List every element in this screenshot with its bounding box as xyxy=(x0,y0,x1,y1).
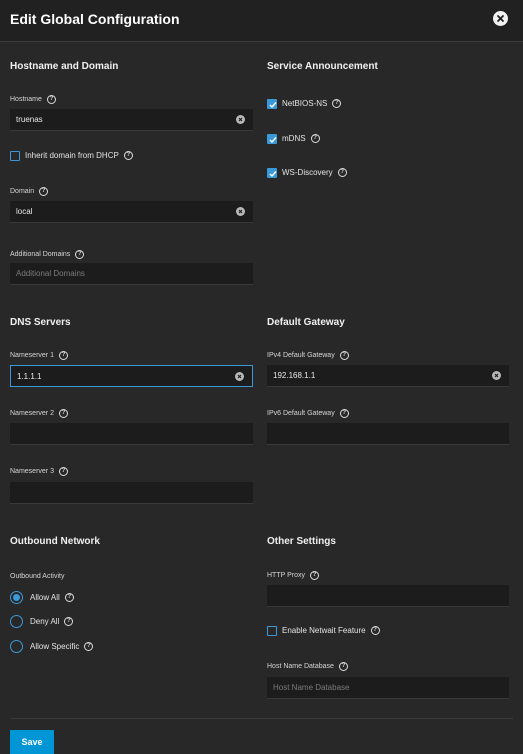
ws-discovery-label-text: WS-Discovery xyxy=(282,168,333,177)
help-icon[interactable] xyxy=(75,250,85,259)
allow-specific-label-text: Allow Specific xyxy=(30,642,80,651)
additional-domains-label: Additional Domains xyxy=(10,250,85,259)
netbios-ns-label: NetBIOS-NS xyxy=(282,99,342,108)
hostname-label-text: Hostname xyxy=(10,96,42,103)
ipv4-gateway-label: IPv4 Default Gateway xyxy=(267,351,349,360)
clear-icon[interactable] xyxy=(236,207,245,216)
help-icon[interactable] xyxy=(310,134,320,143)
section-title-outbound-network: Outbound Network xyxy=(10,536,100,547)
help-icon[interactable] xyxy=(310,571,319,580)
ipv4-gateway-input[interactable]: 192.168.1.1 xyxy=(267,365,509,387)
domain-label: Domain xyxy=(10,187,49,196)
help-icon[interactable] xyxy=(332,99,342,108)
hostname-value: truenas xyxy=(16,115,43,124)
additional-domains-label-text: Additional Domains xyxy=(10,251,71,258)
additional-domains-input[interactable]: Additional Domains xyxy=(10,263,253,285)
help-icon[interactable] xyxy=(58,351,68,360)
section-title-service-announcement: Service Announcement xyxy=(267,61,378,72)
netbios-ns-checkbox[interactable] xyxy=(267,99,277,109)
mdns-checkbox[interactable] xyxy=(267,134,277,144)
http-proxy-input[interactable] xyxy=(267,585,509,607)
domain-input[interactable]: local xyxy=(10,201,253,223)
netwait-label-text: Enable Netwait Feature xyxy=(282,626,366,635)
ipv6-gateway-label: IPv6 Default Gateway xyxy=(267,409,349,418)
deny-all-label: Deny All xyxy=(30,617,74,626)
additional-domains-placeholder: Additional Domains xyxy=(16,269,85,278)
dialog-title: Edit Global Configuration xyxy=(10,11,180,27)
section-title-dns-servers: DNS Servers xyxy=(10,317,71,328)
inherit-dhcp-label-text: Inherit domain from DHCP xyxy=(25,151,119,160)
help-icon[interactable] xyxy=(337,168,347,177)
help-icon[interactable] xyxy=(46,95,56,104)
allow-all-label-text: Allow All xyxy=(30,593,60,602)
close-icon[interactable] xyxy=(493,11,508,26)
host-name-database-placeholder: Host Name Database xyxy=(273,683,350,692)
help-icon[interactable] xyxy=(58,467,68,476)
mdns-label: mDNS xyxy=(282,134,320,143)
help-icon[interactable] xyxy=(64,593,74,602)
ipv6-gateway-label-text: IPv6 Default Gateway xyxy=(267,410,335,417)
nameserver3-label-text: Nameserver 3 xyxy=(10,468,54,475)
host-name-database-label-text: Host Name Database xyxy=(267,663,334,670)
ipv4-gateway-value: 192.168.1.1 xyxy=(273,371,316,380)
domain-value: local xyxy=(16,207,33,216)
nameserver2-label: Nameserver 2 xyxy=(10,409,68,418)
netwait-label: Enable Netwait Feature xyxy=(282,626,380,635)
clear-icon[interactable] xyxy=(236,115,245,124)
ws-discovery-label: WS-Discovery xyxy=(282,168,347,177)
nameserver2-input[interactable] xyxy=(10,423,253,445)
netwait-checkbox[interactable] xyxy=(267,626,277,636)
section-title-default-gateway: Default Gateway xyxy=(267,317,345,328)
allow-all-label: Allow All xyxy=(30,593,74,602)
allow-all-radio[interactable] xyxy=(10,591,23,604)
deny-all-radio[interactable] xyxy=(10,615,23,628)
nameserver3-label: Nameserver 3 xyxy=(10,467,68,476)
help-icon[interactable] xyxy=(339,351,349,360)
ipv6-gateway-input[interactable] xyxy=(267,423,509,445)
help-icon[interactable] xyxy=(84,642,94,651)
help-icon[interactable] xyxy=(123,151,133,160)
mdns-label-text: mDNS xyxy=(282,134,306,143)
allow-specific-label: Allow Specific xyxy=(30,642,94,651)
hostname-input[interactable]: truenas xyxy=(10,109,253,131)
help-icon[interactable] xyxy=(58,409,68,418)
nameserver1-input[interactable]: 1.1.1.1 xyxy=(10,365,253,387)
clear-icon[interactable] xyxy=(235,372,244,381)
section-title-hostname-domain: Hostname and Domain xyxy=(10,61,119,72)
host-name-database-label: Host Name Database xyxy=(267,662,348,671)
domain-label-text: Domain xyxy=(10,188,35,195)
ws-discovery-checkbox[interactable] xyxy=(267,168,277,178)
footer-divider xyxy=(10,718,513,719)
inherit-dhcp-label: Inherit domain from DHCP xyxy=(25,151,133,160)
http-proxy-label: HTTP Proxy xyxy=(267,571,319,580)
help-icon[interactable] xyxy=(64,617,74,626)
allow-specific-radio[interactable] xyxy=(10,640,23,653)
netbios-ns-label-text: NetBIOS-NS xyxy=(282,99,328,108)
hostname-label: Hostname xyxy=(10,95,56,104)
save-button[interactable]: Save xyxy=(10,730,54,754)
inherit-dhcp-checkbox[interactable] xyxy=(10,151,20,161)
section-title-other-settings: Other Settings xyxy=(267,536,336,547)
clear-icon[interactable] xyxy=(492,371,501,380)
nameserver3-input[interactable] xyxy=(10,482,253,504)
nameserver1-value: 1.1.1.1 xyxy=(17,371,42,381)
deny-all-label-text: Deny All xyxy=(30,617,60,626)
help-icon[interactable] xyxy=(39,187,49,196)
nameserver2-label-text: Nameserver 2 xyxy=(10,410,54,417)
ipv4-gateway-label-text: IPv4 Default Gateway xyxy=(267,352,335,359)
help-icon[interactable] xyxy=(338,662,348,671)
help-icon[interactable] xyxy=(339,409,349,418)
nameserver1-label: Nameserver 1 xyxy=(10,351,68,360)
host-name-database-input[interactable]: Host Name Database xyxy=(267,677,509,699)
help-icon[interactable] xyxy=(370,626,380,635)
outbound-activity-label: Outbound Activity xyxy=(10,573,65,580)
nameserver1-label-text: Nameserver 1 xyxy=(10,352,54,359)
http-proxy-label-text: HTTP Proxy xyxy=(267,572,305,579)
